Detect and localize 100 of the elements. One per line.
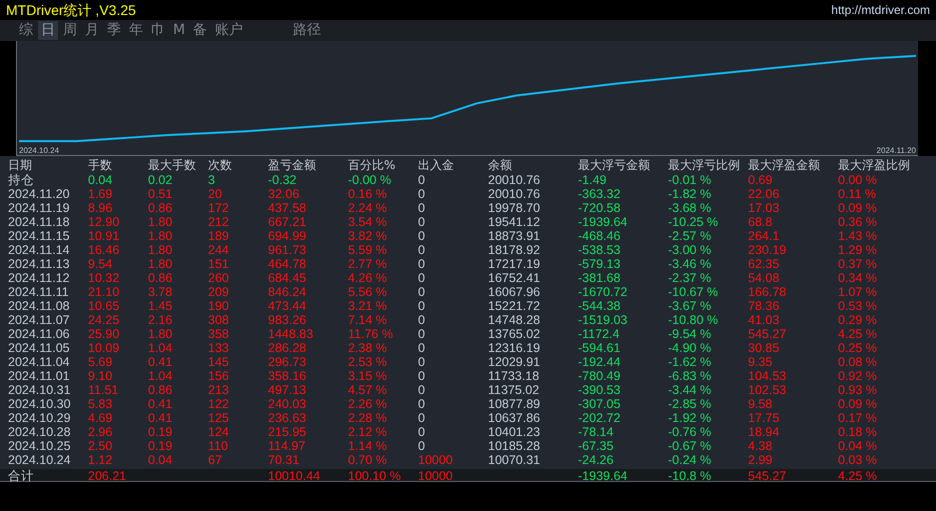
table-cell-text: 10.09 — [88, 341, 120, 355]
table-cell-text: -2.85 % — [668, 397, 712, 411]
table-cell-text: -0.76 % — [668, 425, 712, 439]
table-cell-text: -10.25 % — [668, 215, 720, 229]
table-cell-text: 2024.10.25 — [8, 439, 72, 453]
table-cell-text: 209 — [208, 285, 230, 299]
table-cell-text: -10.80 % — [668, 313, 720, 327]
table-cell-text: -2.57 % — [668, 229, 712, 243]
table-cell-text: 0.11 % — [838, 187, 877, 201]
table-cell-text: 0.37 % — [838, 257, 878, 271]
table-cell-text: 1.07 % — [838, 285, 878, 299]
tab[interactable]: 月 — [82, 21, 102, 40]
table-cell-text: 10185.28 — [488, 439, 542, 453]
table-cell-text: 0.92 % — [838, 369, 878, 383]
table-cell-text: 2024.10.31 — [8, 383, 72, 397]
table-cell-text: 5.59 % — [348, 243, 388, 257]
table-cell-text: 0 — [418, 383, 426, 397]
table-cell-text: -67.35 — [578, 439, 614, 453]
table-cell-text: 9.10 — [88, 369, 114, 383]
table-cell-text: 983.26 — [268, 313, 308, 327]
table-cell-text: 0.41 — [148, 397, 174, 411]
table-cell-text: 0 — [418, 285, 426, 299]
column-header: 余额 — [488, 158, 513, 173]
table-cell-text: -4.90 % — [668, 341, 712, 355]
table-cell-text: 2024.11.06 — [8, 327, 71, 341]
table-cell-text: 0.02 — [148, 173, 174, 187]
table-cell-text: 16.46 — [88, 243, 120, 257]
table-cell-text: 497.13 — [268, 383, 308, 397]
table-cell-text: 2024.10.24 — [8, 453, 72, 467]
table-cell-text: 1.69 — [88, 187, 114, 201]
table-cell-text: 0 — [418, 439, 426, 453]
column-header: 出入金 — [418, 158, 455, 173]
table-cell-text: 4.25 % — [838, 327, 878, 341]
table-cell-text: -1.62 % — [668, 355, 712, 369]
table-cell-text: 0.86 — [148, 383, 174, 397]
table-cell-text: 9.58 — [748, 397, 774, 411]
tab[interactable]: 周 — [60, 21, 80, 40]
tab[interactable]: 综 — [16, 21, 36, 40]
table-cell-text: -202.72 — [578, 411, 622, 425]
table-cell-text: -1172.4 — [578, 327, 620, 341]
table-cell-text: 10.65 — [88, 299, 120, 313]
table-cell-text: 3 — [208, 173, 216, 187]
table-cell-text: 0.09 % — [838, 201, 878, 215]
table-cell-text: 4.25 % — [838, 469, 878, 484]
tab[interactable]: 账户 — [212, 21, 246, 40]
table-cell-text: 合计 — [8, 469, 35, 484]
table-cell-text: 3.54 % — [348, 215, 388, 229]
tab[interactable]: 日 — [38, 21, 58, 40]
table-cell-text: -2.37 % — [668, 271, 712, 285]
table-cell-text: 206.21 — [88, 469, 128, 484]
table-cell-text: 2.53 % — [348, 355, 388, 369]
table-cell-text: 104.53 — [748, 369, 788, 383]
table-cell-text: 20 — [208, 187, 223, 201]
table-cell-text: 166.78 — [748, 285, 788, 299]
table-cell-text: 0.93 % — [838, 383, 878, 397]
table-cell-text: -3.44 % — [668, 383, 712, 397]
table-cell-text: 189 — [208, 229, 230, 243]
table-cell-text: 78.36 — [748, 299, 780, 313]
table-cell-text: 12.90 — [88, 215, 120, 229]
table-cell-text: 0 — [418, 229, 426, 243]
website-link[interactable]: http://mtdriver.com — [831, 0, 930, 20]
table-cell-text: 0.18 % — [838, 425, 878, 439]
table-cell-text: 110 — [208, 439, 229, 453]
table-cell-text: 22.06 — [748, 187, 780, 201]
tab[interactable]: M — [170, 21, 188, 40]
table-cell-text: 2.24 % — [348, 201, 388, 215]
table-cell-text: 0.86 — [148, 201, 174, 215]
tab[interactable]: 备 — [190, 21, 210, 40]
table-cell-text: -0.32 — [268, 173, 298, 187]
column-header: 次数 — [208, 158, 233, 173]
table-cell-text: 1.80 — [148, 215, 174, 229]
table-cell-text: 4.57 % — [348, 383, 388, 397]
table-cell-text: 11733.18 — [488, 369, 540, 383]
table-cell-text: -1670.72 — [578, 285, 628, 299]
table-cell-text: -3.67 % — [668, 299, 712, 313]
table-cell-text: 0 — [418, 299, 426, 313]
table-cell-text: 2024.11.04 — [8, 355, 71, 369]
table-cell-text: 2024.11.07 — [8, 313, 71, 327]
tab[interactable]: 年 — [126, 21, 146, 40]
table-cell-text: -3.68 % — [668, 201, 712, 215]
table-cell-text: 122 — [208, 397, 230, 411]
tab[interactable]: 路径 — [290, 21, 324, 40]
table-cell-text: 0.86 — [148, 271, 174, 285]
table-cell-text: -1939.64 — [578, 469, 628, 484]
table-cell-text: 25.90 — [88, 327, 120, 341]
table-cell-text: 190 — [208, 299, 230, 313]
table-cell-text: 0.25 % — [838, 341, 878, 355]
column-header: 盈亏金额 — [268, 158, 317, 173]
table-cell-text: 3.21 % — [348, 299, 388, 313]
table-cell-text: 10401.23 — [488, 425, 542, 439]
table-cell-text: 2024.10.29 — [8, 411, 72, 425]
table-cell-text: 1.12 — [88, 453, 114, 467]
table-cell-text: 2024.11.15 — [8, 229, 71, 243]
tab[interactable]: 季 — [104, 21, 124, 40]
table-cell-text: 437.58 — [268, 201, 308, 215]
table-cell-text: 0.19 — [148, 425, 174, 439]
tab[interactable]: 巾 — [148, 21, 168, 40]
table-cell-text: -544.38 — [578, 299, 622, 313]
table-cell-text: -3.00 % — [668, 243, 712, 257]
table-cell-text: 5.69 — [88, 355, 114, 369]
